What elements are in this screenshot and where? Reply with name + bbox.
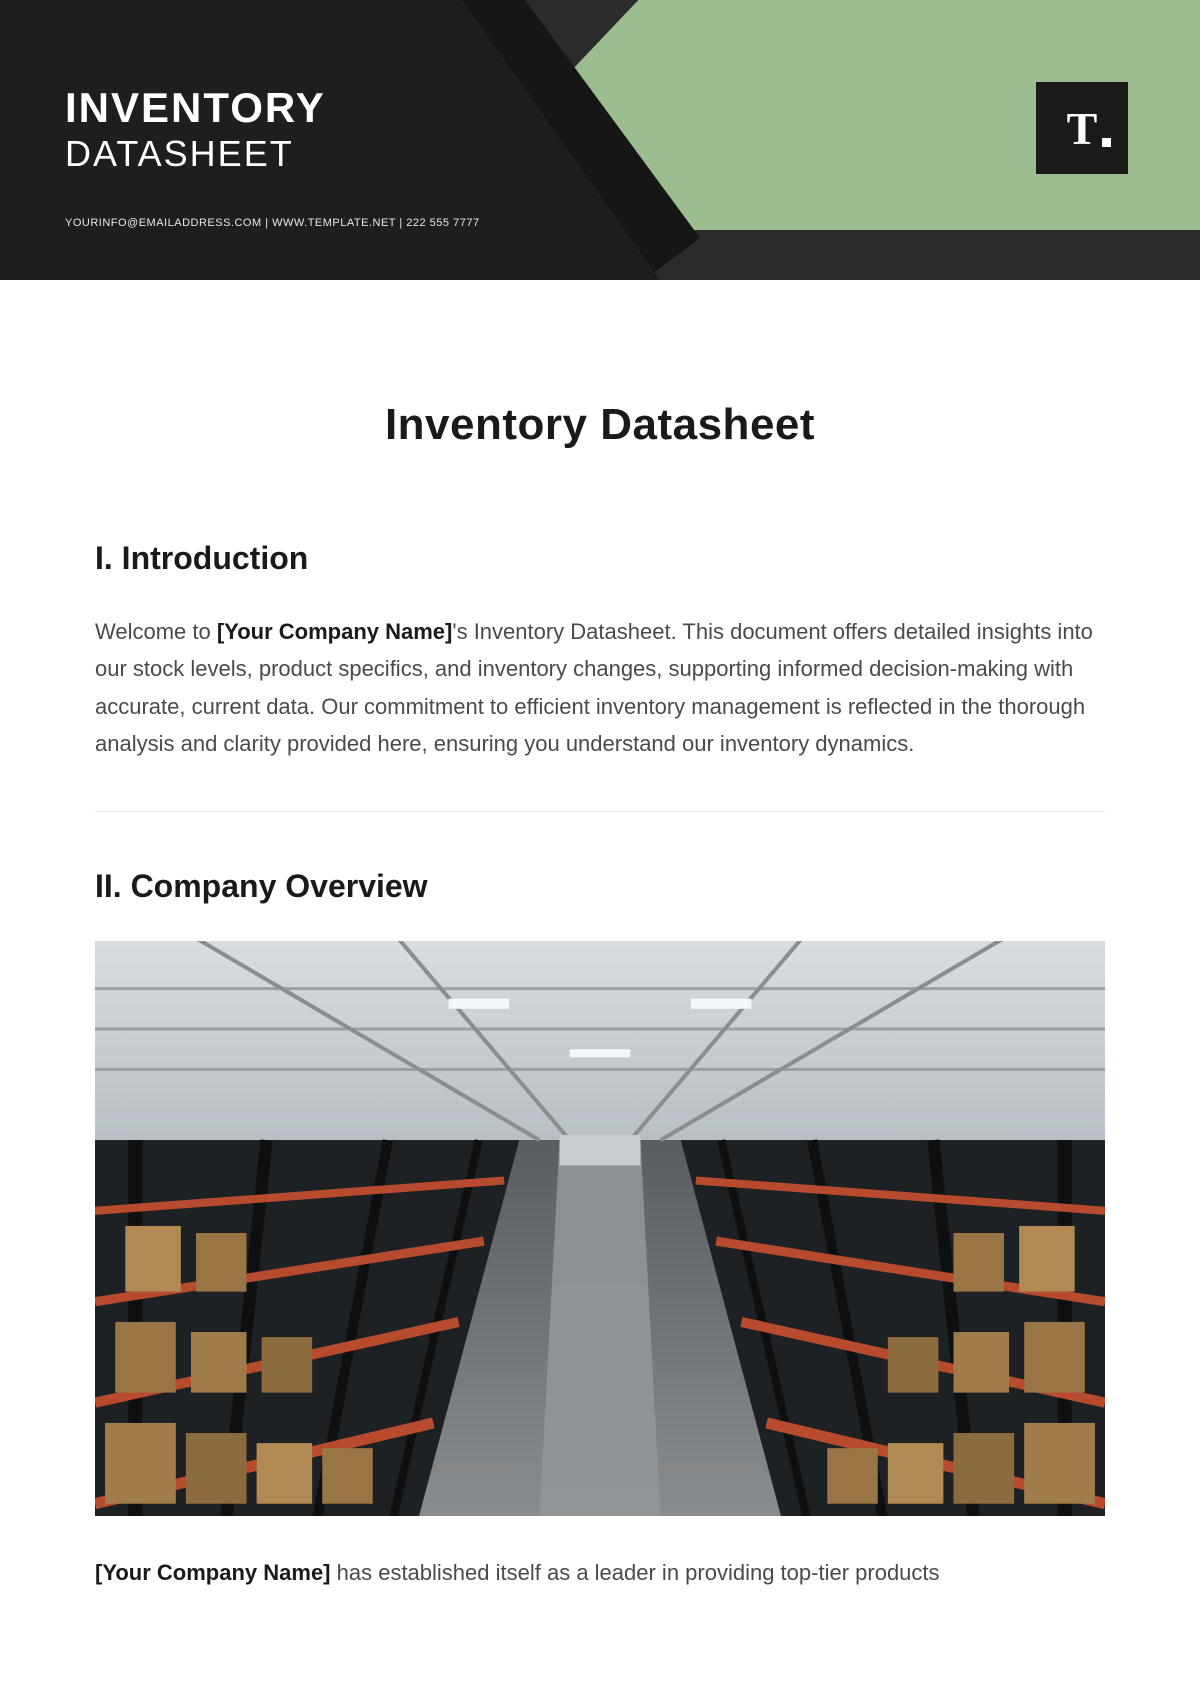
logo-dot-icon [1102,138,1111,147]
intro-paragraph: Welcome to [Your Company Name]'s Invento… [95,613,1105,763]
section-heading-overview: II. Company Overview [95,868,1105,905]
section-divider [95,811,1105,812]
page-title: Inventory Datasheet [95,400,1105,450]
header-title-line1: INVENTORY [65,85,480,131]
overview-paragraph-truncated: [Your Company Name] has established itse… [95,1554,1105,1591]
intro-text-pre: Welcome to [95,619,217,644]
header-contact-info: YOURINFO@EMAILADDRESS.COM | WWW.TEMPLATE… [65,217,480,229]
warehouse-illustration-icon [95,941,1105,1516]
logo-letter: T [1067,102,1098,155]
overview-text-fragment: has established itself as a leader in pr… [331,1560,940,1585]
logo: T [1036,82,1128,174]
section-heading-introduction: I. Introduction [95,540,1105,577]
document-header: INVENTORY DATASHEET YOURINFO@EMAILADDRES… [0,0,1200,280]
company-name-placeholder: [Your Company Name] [217,619,453,644]
warehouse-image [95,941,1105,1516]
header-text-block: INVENTORY DATASHEET YOURINFO@EMAILADDRES… [65,85,480,229]
company-name-placeholder-2: [Your Company Name] [95,1560,331,1585]
header-title-line2: DATASHEET [65,133,480,175]
document-body: Inventory Datasheet I. Introduction Welc… [0,280,1200,1591]
